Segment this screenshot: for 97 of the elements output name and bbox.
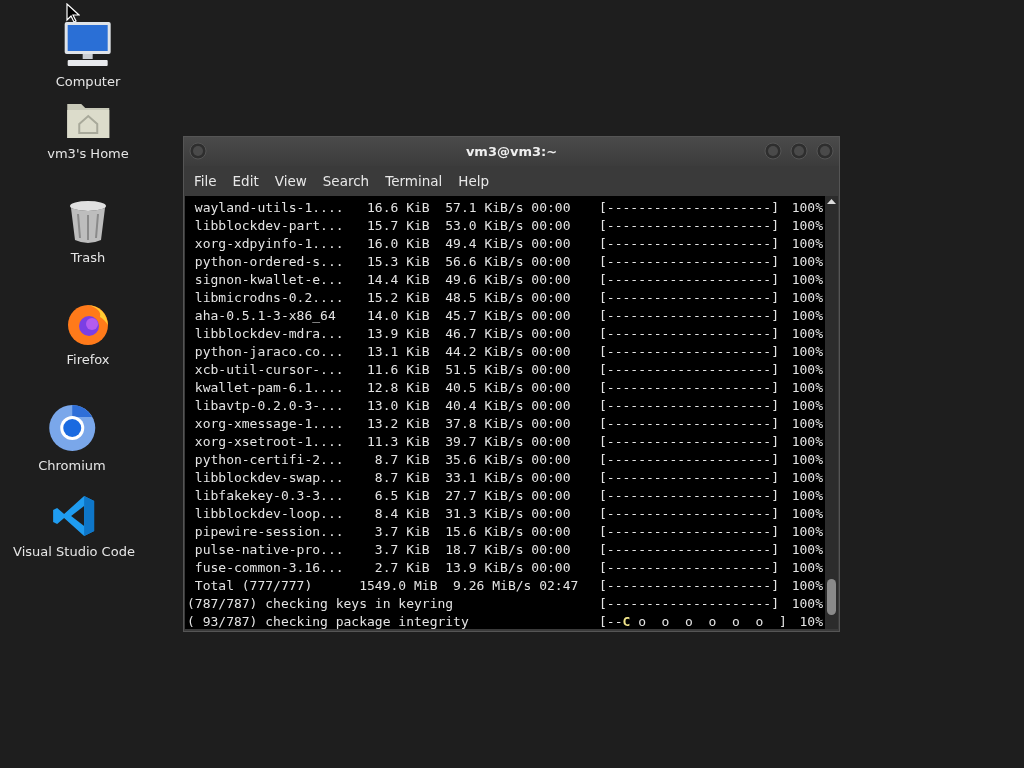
percent-text: 10%: [798, 613, 823, 629]
minimize-button[interactable]: [764, 142, 782, 160]
percent-text: 100%: [790, 523, 823, 539]
percent-text: 100%: [790, 361, 823, 377]
terminal-line: aha-0.5.1-3-x86_64 14.0 KiB 45.7 KiB/s 00:00: [193, 307, 572, 323]
terminal-line: libavtp-0.2.0-3-... 13.0 KiB 40.4 KiB/s 00:00: [193, 397, 572, 413]
terminal-line: libblockdev-swap... 8.7 KiB 33.1 KiB/s 00:00: [193, 469, 572, 485]
window-title: vm3@vm3:~: [465, 144, 558, 159]
desktop-icon-label[interactable]: Computer: [55, 74, 121, 89]
close-button[interactable]: [816, 142, 834, 160]
percent-text: 100%: [790, 451, 823, 467]
progress-bar-text: [---------------------]: [599, 199, 780, 215]
percent-text: 100%: [790, 379, 823, 395]
scroll-up-arrow-icon[interactable]: [827, 198, 836, 205]
computer-icon: [63, 20, 113, 68]
percent-text: 100%: [790, 397, 823, 413]
terminal-line: libblockdev-loop... 8.4 KiB 31.3 KiB/s 00:00: [193, 505, 572, 521]
code-editor-icon: [52, 494, 96, 538]
progress-bar-text: [---------------------]: [599, 397, 780, 413]
terminal-line: xorg-xsetroot-1.... 11.3 KiB 39.7 KiB/s 00:00: [193, 433, 572, 449]
percent-text: 100%: [790, 559, 823, 575]
progress-bar-text: [---------------------]: [599, 343, 780, 359]
progress-bar-text: [---------------------]: [599, 235, 780, 251]
terminal-line: python-jaraco.co... 13.1 KiB 44.2 KiB/s 00:00: [193, 343, 572, 359]
terminal-line: Total (777/777) 1549.0 MiB 9.26 MiB/s 02:47: [193, 577, 580, 593]
trash-icon: [68, 200, 108, 244]
desktop-icon-label[interactable]: Firefox: [66, 352, 110, 367]
terminal-line: signon-kwallet-e... 14.4 KiB 49.6 KiB/s 00:00: [193, 271, 572, 287]
percent-text: 100%: [790, 541, 823, 557]
terminal-line: pulse-native-pro... 3.7 KiB 18.7 KiB/s 00:00: [193, 541, 572, 557]
percent-text: 100%: [790, 487, 823, 503]
terminal-line: (787/787) checking keys in keyring: [187, 595, 455, 611]
terminal-line: ( 93/787) checking package integrity: [187, 613, 470, 629]
desktop-icon-label[interactable]: Chromium: [38, 458, 106, 473]
percent-text: 100%: [790, 343, 823, 359]
progress-bar-text: [---------------------]: [599, 379, 780, 395]
progress-bar-text: [--C o o o o o o ]: [599, 613, 787, 629]
menu-item[interactable]: View: [268, 169, 313, 193]
terminal-line: pipewire-session... 3.7 KiB 15.6 KiB/s 00:00: [193, 523, 572, 539]
percent-text: 100%: [790, 415, 823, 431]
terminal-line: xcb-util-cursor-... 11.6 KiB 51.5 KiB/s 00:00: [193, 361, 572, 377]
progress-bar-text: [---------------------]: [599, 361, 780, 377]
terminal-line: wayland-utils-1.... 16.6 KiB 57.1 KiB/s 00:00: [193, 199, 572, 215]
percent-text: 100%: [790, 199, 823, 215]
desktop-icon-label[interactable]: Visual Studio Code: [13, 544, 135, 559]
percent-text: 100%: [790, 469, 823, 485]
percent-text: 100%: [790, 577, 823, 593]
progress-bar-text: [---------------------]: [599, 433, 780, 449]
percent-text: 100%: [790, 271, 823, 287]
desktop-icon-label[interactable]: vm3's Home: [47, 146, 129, 161]
terminal-line: libfakekey-0.3-3... 6.5 KiB 27.7 KiB/s 00:00: [193, 487, 572, 503]
progress-bar-text: [---------------------]: [599, 271, 780, 287]
progress-bar-text: [---------------------]: [599, 505, 780, 521]
menu-item[interactable]: Search: [316, 169, 376, 193]
mouse-pointer-icon: [66, 3, 80, 23]
terminal-line: xorg-xdpyinfo-1.... 16.0 KiB 49.4 KiB/s 00:00: [193, 235, 572, 251]
progress-bar-text: [---------------------]: [599, 595, 780, 611]
chromium-icon: [48, 404, 96, 452]
scrollbar-thumb[interactable]: [827, 579, 836, 615]
menu-item[interactable]: Terminal: [379, 169, 449, 193]
progress-bar-text: [---------------------]: [599, 523, 780, 539]
percent-text: 100%: [790, 325, 823, 341]
percent-text: 100%: [790, 595, 823, 611]
percent-text: 100%: [790, 505, 823, 521]
progress-bar-text: [---------------------]: [599, 325, 780, 341]
terminal-line: libmicrodns-0.2.... 15.2 KiB 48.5 KiB/s 00:00: [193, 289, 572, 305]
menu-item[interactable]: File: [188, 169, 223, 193]
percent-text: 100%: [790, 253, 823, 269]
percent-text: 100%: [790, 235, 823, 251]
menu-item[interactable]: Help: [452, 169, 496, 193]
window-menu-button[interactable]: [189, 142, 207, 160]
percent-text: 100%: [790, 433, 823, 449]
percent-text: 100%: [790, 307, 823, 323]
percent-text: 100%: [790, 217, 823, 233]
progress-bar-text: [---------------------]: [599, 451, 780, 467]
progress-bar-text: [---------------------]: [599, 307, 780, 323]
percent-text: 100%: [790, 289, 823, 305]
terminal-line: libblockdev-mdra... 13.9 KiB 46.7 KiB/s 00:00: [193, 325, 572, 341]
progress-bar-text: [---------------------]: [599, 253, 780, 269]
terminal-line: python-certifi-2... 8.7 KiB 35.6 KiB/s 00:00: [193, 451, 572, 467]
progress-bar-text: [---------------------]: [599, 217, 780, 233]
progress-bar-text: [---------------------]: [599, 415, 780, 431]
progress-bar-text: [---------------------]: [599, 487, 780, 503]
terminal-line: xorg-xmessage-1.... 13.2 KiB 37.8 KiB/s 00:00: [193, 415, 572, 431]
terminal-line: kwallet-pam-6.1.... 12.8 KiB 40.5 KiB/s 00:00: [193, 379, 572, 395]
progress-bar-text: [---------------------]: [599, 469, 780, 485]
scrollbar[interactable]: [825, 196, 838, 629]
progress-bar-text: [---------------------]: [599, 577, 780, 593]
progress-bar-text: [---------------------]: [599, 541, 780, 557]
progress-bar-text: [---------------------]: [599, 289, 780, 305]
desktop-icon-label[interactable]: Trash: [70, 250, 106, 265]
progress-bar-text: [---------------------]: [599, 559, 780, 575]
maximize-button[interactable]: [790, 142, 808, 160]
menu-item[interactable]: Edit: [226, 169, 265, 193]
terminal-line: fuse-common-3.16... 2.7 KiB 13.9 KiB/s 00:00: [193, 559, 572, 575]
terminal-line: python-ordered-s... 15.3 KiB 56.6 KiB/s 00:00: [193, 253, 572, 269]
terminal-line: libblockdev-part... 15.7 KiB 53.0 KiB/s 00:00: [193, 217, 572, 233]
